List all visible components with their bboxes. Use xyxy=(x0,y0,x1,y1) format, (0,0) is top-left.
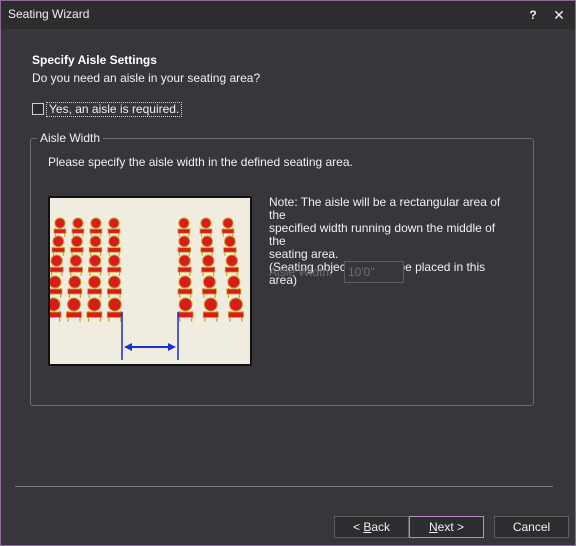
page-heading: Specify Aisle Settings xyxy=(32,53,157,67)
aisle-width-input[interactable]: 10'0" xyxy=(344,261,404,283)
aisle-required-checkbox[interactable]: Yes, an aisle is required. xyxy=(32,101,183,117)
aisle-width-group: Aisle Width Please specify the aisle wid… xyxy=(30,131,534,406)
page-question: Do you need an aisle in your seating are… xyxy=(32,71,261,85)
title-bar[interactable]: Seating Wizard ? ✕ xyxy=(1,1,575,29)
next-accel: N xyxy=(428,520,438,534)
note-line: specified width running down the middle … xyxy=(269,221,496,248)
aisle-illustration xyxy=(48,196,252,366)
back-prefix: < xyxy=(352,520,364,534)
window-title: Seating Wizard xyxy=(8,7,90,21)
separator xyxy=(15,486,553,487)
chairs-with-aisle-image xyxy=(50,217,244,360)
back-label: ack xyxy=(371,520,391,534)
next-label: ext > xyxy=(437,520,465,534)
next-button[interactable]: Next > xyxy=(409,516,484,538)
group-title: Aisle Width xyxy=(37,131,104,145)
checkbox-label[interactable]: Yes, an aisle is required. xyxy=(46,101,183,117)
group-description: Please specify the aisle width in the de… xyxy=(48,155,353,169)
checkbox-box[interactable] xyxy=(32,103,44,115)
cancel-button[interactable]: Cancel xyxy=(494,516,569,538)
help-button[interactable]: ? xyxy=(522,5,544,25)
note-line: Note: The aisle will be a rectangular ar… xyxy=(269,195,501,222)
aisle-width-label: Aisle Width: xyxy=(269,265,333,279)
back-button[interactable]: < Back xyxy=(334,516,409,538)
close-button[interactable]: ✕ xyxy=(548,5,570,25)
seating-wizard-window: Seating Wizard ? ✕ Specify Aisle Setting… xyxy=(0,0,576,546)
wizard-page: Specify Aisle Settings Do you need an ai… xyxy=(1,29,575,545)
